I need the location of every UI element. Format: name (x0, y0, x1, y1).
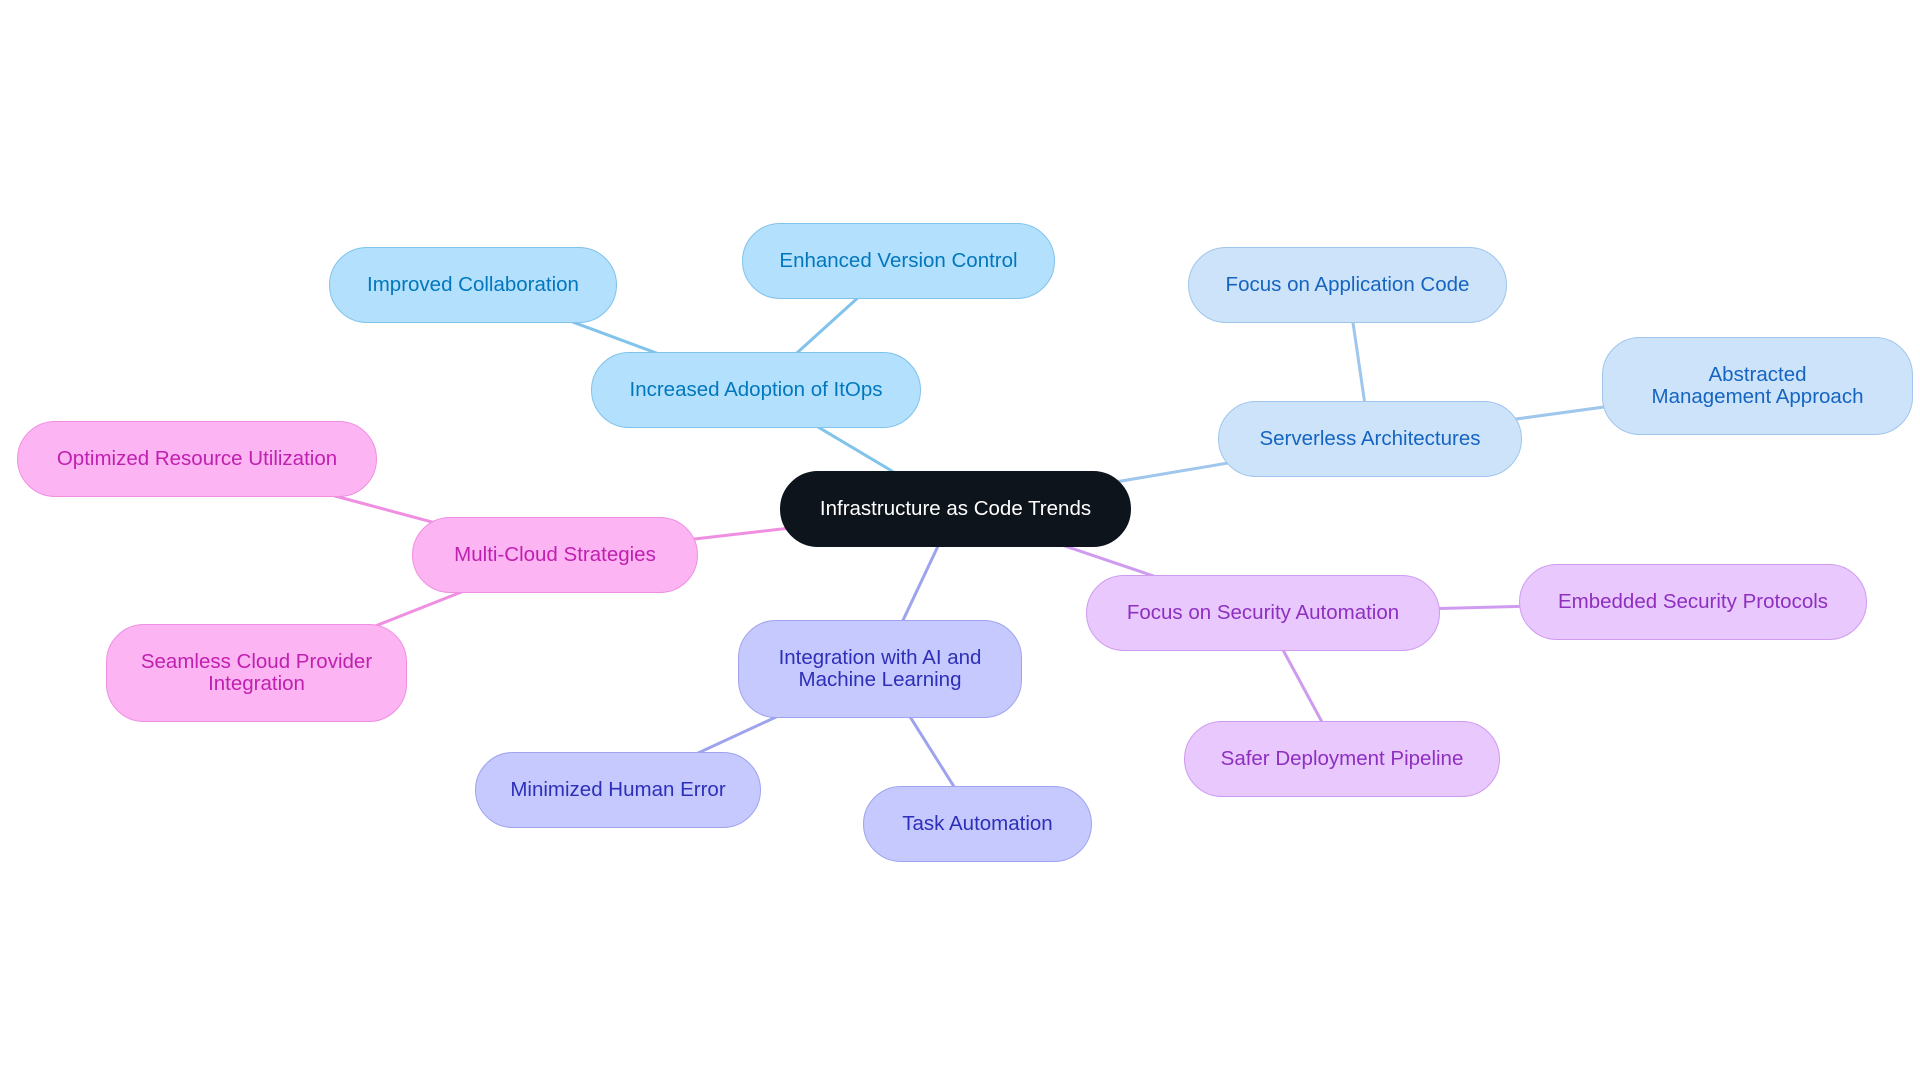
leaf-node-embedded-security[interactable]: Embedded Security Protocols (1519, 564, 1867, 640)
leaf-node-abstracted-management[interactable]: Abstracted Management Approach (1602, 337, 1913, 435)
leaf-node-task-automation[interactable]: Task Automation (863, 786, 1092, 862)
leaf-node-seamless-cloud[interactable]: Seamless Cloud Provider Integration (106, 624, 407, 722)
leaf-node-safer-deployment[interactable]: Safer Deployment Pipeline (1184, 721, 1500, 797)
leaf-node-enhanced-version-control[interactable]: Enhanced Version Control (742, 223, 1055, 299)
branch-node-multi-cloud[interactable]: Multi-Cloud Strategies (412, 517, 698, 593)
leaf-node-improved-collaboration[interactable]: Improved Collaboration (329, 247, 617, 323)
root-node[interactable]: Infrastructure as Code Trends (780, 471, 1131, 547)
leaf-node-optimized-resource[interactable]: Optimized Resource Utilization (17, 421, 377, 497)
branch-node-security-automation[interactable]: Focus on Security Automation (1086, 575, 1440, 651)
leaf-node-minimized-human-error[interactable]: Minimized Human Error (475, 752, 761, 828)
branch-node-increased-adoption[interactable]: Increased Adoption of ItOps (591, 352, 921, 428)
branch-node-serverless[interactable]: Serverless Architectures (1218, 401, 1522, 477)
branch-node-ai-ml[interactable]: Integration with AI and Machine Learning (738, 620, 1022, 718)
leaf-node-focus-application-code[interactable]: Focus on Application Code (1188, 247, 1507, 323)
